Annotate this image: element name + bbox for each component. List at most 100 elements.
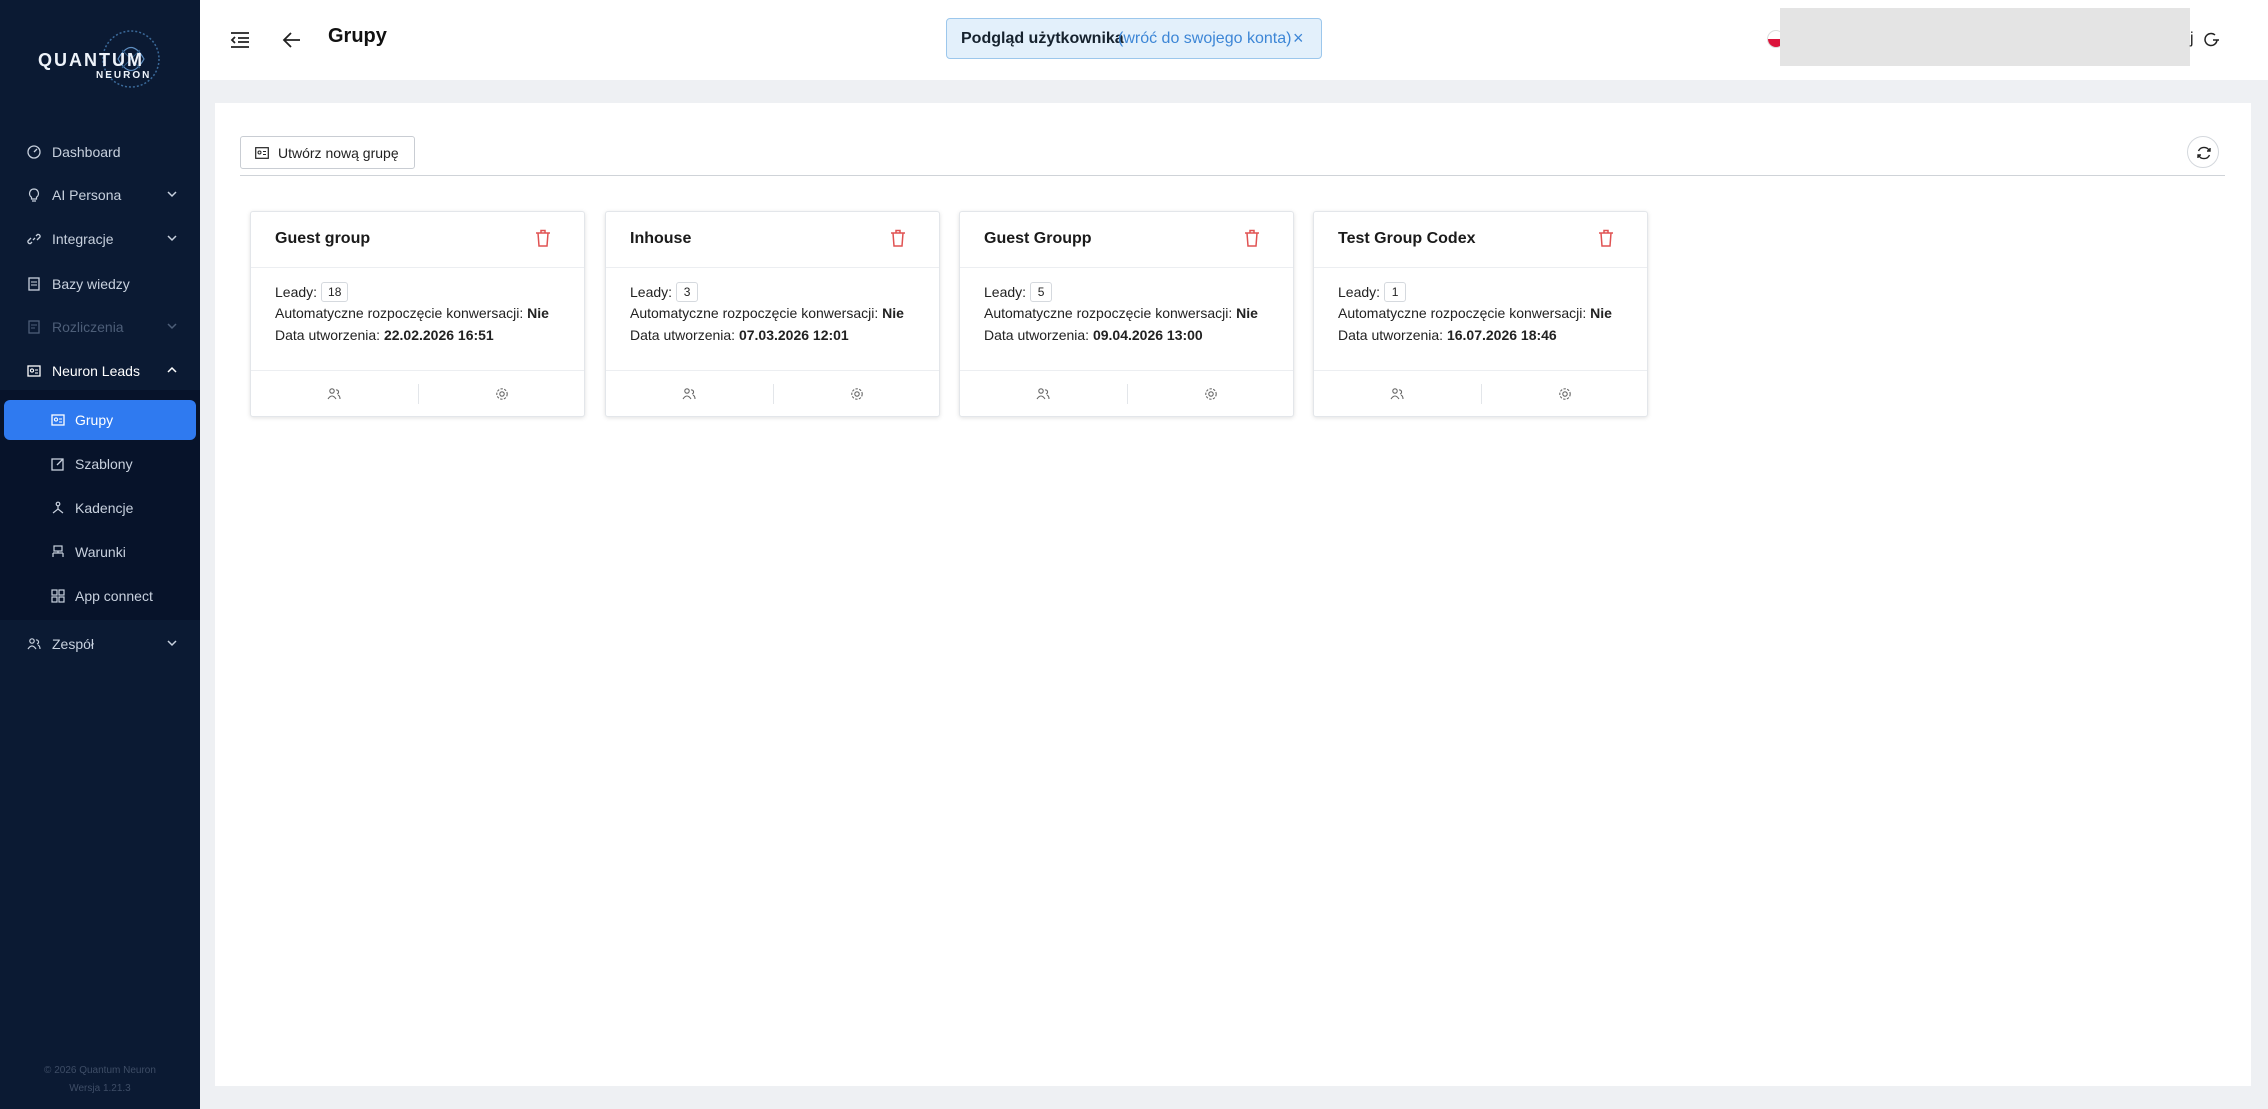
auto-start-label: Automatyczne rozpoczęcie konwersacji: — [984, 305, 1233, 321]
sidebar-item-warunki[interactable]: Warunki — [0, 532, 200, 572]
trash-icon[interactable] — [1244, 229, 1260, 247]
refresh-button[interactable] — [2187, 136, 2219, 168]
group-card: Guest Groupp Leady: 5 Automatyczne rozpoc… — [959, 211, 1294, 417]
created-label: Data utworzenia: — [1338, 327, 1444, 343]
sidebar-item-label: Dashboard — [52, 144, 121, 160]
sidebar-item-rozliczenia: Rozliczenia — [0, 307, 200, 347]
sidebar-item-dashboard[interactable]: Dashboard — [0, 132, 200, 172]
group-name: Guest group — [275, 230, 371, 247]
conditions-icon — [52, 545, 64, 557]
leads-row: Leady: 5 — [984, 282, 1053, 302]
trash-icon[interactable] — [535, 229, 551, 247]
impersonation-label: Podgląd użytkownika — [961, 30, 1124, 47]
sidebar-item-label: Zespół — [52, 636, 95, 652]
id-card-icon — [27, 365, 41, 377]
sidebar-item-grupy[interactable]: Grupy — [4, 400, 196, 440]
group-members-button[interactable] — [606, 371, 773, 418]
leads-row: Leady: 18 — [275, 282, 349, 302]
leads-label: Leady: — [630, 284, 673, 300]
book-icon — [28, 277, 40, 291]
sidebar-item-kadencje[interactable]: Kadencje — [0, 488, 200, 528]
created-row: Data utworzenia: 09.04.2026 13:00 — [984, 327, 1203, 343]
trash-icon[interactable] — [890, 229, 906, 247]
card-divider — [1314, 267, 1647, 268]
sidebar-item-app-connect[interactable]: App connect — [0, 576, 200, 616]
auto-start-label: Automatyczne rozpoczęcie konwersacji: — [275, 305, 524, 321]
user-menu-text[interactable]: j — [2190, 30, 2194, 48]
impersonation-banner: Podgląd użytkownika (wróć do swojego kon… — [946, 18, 1322, 59]
created-label: Data utworzenia: — [984, 327, 1090, 343]
auto-start-label: Automatyczne rozpoczęcie konwersacji: — [630, 305, 879, 321]
menu-collapse-icon[interactable] — [230, 30, 250, 50]
create-group-label: Utwórz nową grupę — [278, 145, 399, 161]
gear-icon — [1205, 388, 1217, 400]
topbar: Grupy Podgląd użytkownika (wróć do swoje… — [200, 0, 2268, 80]
created-label: Data utworzenia: — [630, 327, 736, 343]
sidebar-item-integracje[interactable]: Integracje — [0, 219, 200, 259]
auto-start-label: Automatyczne rozpoczęcie konwersacji: — [1338, 305, 1587, 321]
create-group-button[interactable]: Utwórz nową grupę — [240, 136, 415, 169]
sidebar-item-label: App connect — [75, 588, 153, 604]
group-members-button[interactable] — [1314, 371, 1481, 418]
redacted-user-area — [1780, 8, 2190, 66]
leads-count-badge: 1 — [1384, 282, 1407, 302]
chevron-down-icon — [167, 191, 177, 198]
leads-count-badge: 5 — [1030, 282, 1053, 302]
leads-label: Leady: — [275, 284, 318, 300]
group-settings-button[interactable] — [1482, 371, 1649, 418]
users-icon — [1036, 388, 1050, 400]
logo-text: QUANTUM — [38, 50, 144, 70]
sidebar-item-bazy-wiedzy[interactable]: Bazy wiedzy — [0, 264, 200, 304]
created-row: Data utworzenia: 22.02.2026 16:51 — [275, 327, 494, 343]
sidebar-item-label: Integracje — [52, 231, 114, 247]
leads-row: Leady: 3 — [630, 282, 699, 302]
created-value: 07.03.2026 12:01 — [738, 327, 849, 343]
return-to-account-link[interactable]: (wróć do swojego konta) — [1118, 30, 1291, 48]
group-members-button[interactable] — [960, 371, 1127, 418]
logo[interactable]: QUANTUM NEURON — [38, 28, 164, 90]
users-icon — [1390, 388, 1404, 400]
group-card: Guest group Leady: 18 Automatyczne rozpoc… — [250, 211, 585, 417]
auto-start-row: Automatyczne rozpoczęcie konwersacji: Ni… — [630, 305, 904, 321]
created-row: Data utworzenia: 16.07.2026 18:46 — [1338, 327, 1557, 343]
sidebar-item-label: Bazy wiedzy — [52, 276, 130, 292]
users-icon — [327, 388, 341, 400]
auto-start-value: Nie — [1236, 305, 1258, 321]
auto-start-row: Automatyczne rozpoczęcie konwersacji: Ni… — [275, 305, 549, 321]
sidebar-item-neuron-leads[interactable]: Neuron Leads — [0, 351, 200, 391]
sidebar-item-zespol[interactable]: Zespół — [0, 624, 200, 664]
sidebar-item-label: Rozliczenia — [52, 319, 124, 335]
leads-row: Leady: 1 — [1338, 282, 1407, 302]
back-arrow-icon[interactable] — [282, 30, 302, 50]
chevron-down-icon — [167, 235, 177, 242]
group-settings-button[interactable] — [774, 371, 941, 418]
sidebar-item-label: Kadencje — [75, 500, 134, 516]
gear-icon — [1559, 388, 1571, 400]
leads-label: Leady: — [1338, 284, 1381, 300]
leads-label: Leady: — [984, 284, 1027, 300]
sidebar-item-ai-persona[interactable]: AI Persona — [0, 175, 200, 215]
group-settings-button[interactable] — [1128, 371, 1295, 418]
group-card: Inhouse Leady: 3 Automatyczne rozpoczęcie… — [605, 211, 940, 417]
trash-icon[interactable] — [1598, 229, 1614, 247]
receipt-icon — [28, 320, 40, 334]
gear-icon — [851, 388, 863, 400]
sidebar-footer: © 2026 Quantum Neuron Wersja 1.21.3 — [0, 1062, 200, 1098]
leads-count-badge: 18 — [321, 282, 349, 302]
card-divider — [251, 267, 584, 268]
logout-icon[interactable] — [2204, 32, 2220, 48]
group-settings-button[interactable] — [419, 371, 586, 418]
apps-icon — [51, 589, 65, 603]
lightbulb-icon — [28, 188, 40, 202]
id-card-icon — [255, 147, 269, 159]
auto-start-value: Nie — [527, 305, 549, 321]
auto-start-value: Nie — [1590, 305, 1612, 321]
sidebar-item-label: AI Persona — [52, 187, 122, 203]
group-name: Inhouse — [630, 230, 692, 247]
group-members-button[interactable] — [251, 371, 418, 418]
sidebar-item-szablony[interactable]: Szablony — [0, 444, 200, 484]
close-icon[interactable]: × — [1293, 28, 1304, 49]
neuron-leads-submenu: Grupy Szablony Kadencje Warunki App conn… — [0, 390, 200, 620]
card-divider — [960, 267, 1293, 268]
card-divider — [606, 267, 939, 268]
